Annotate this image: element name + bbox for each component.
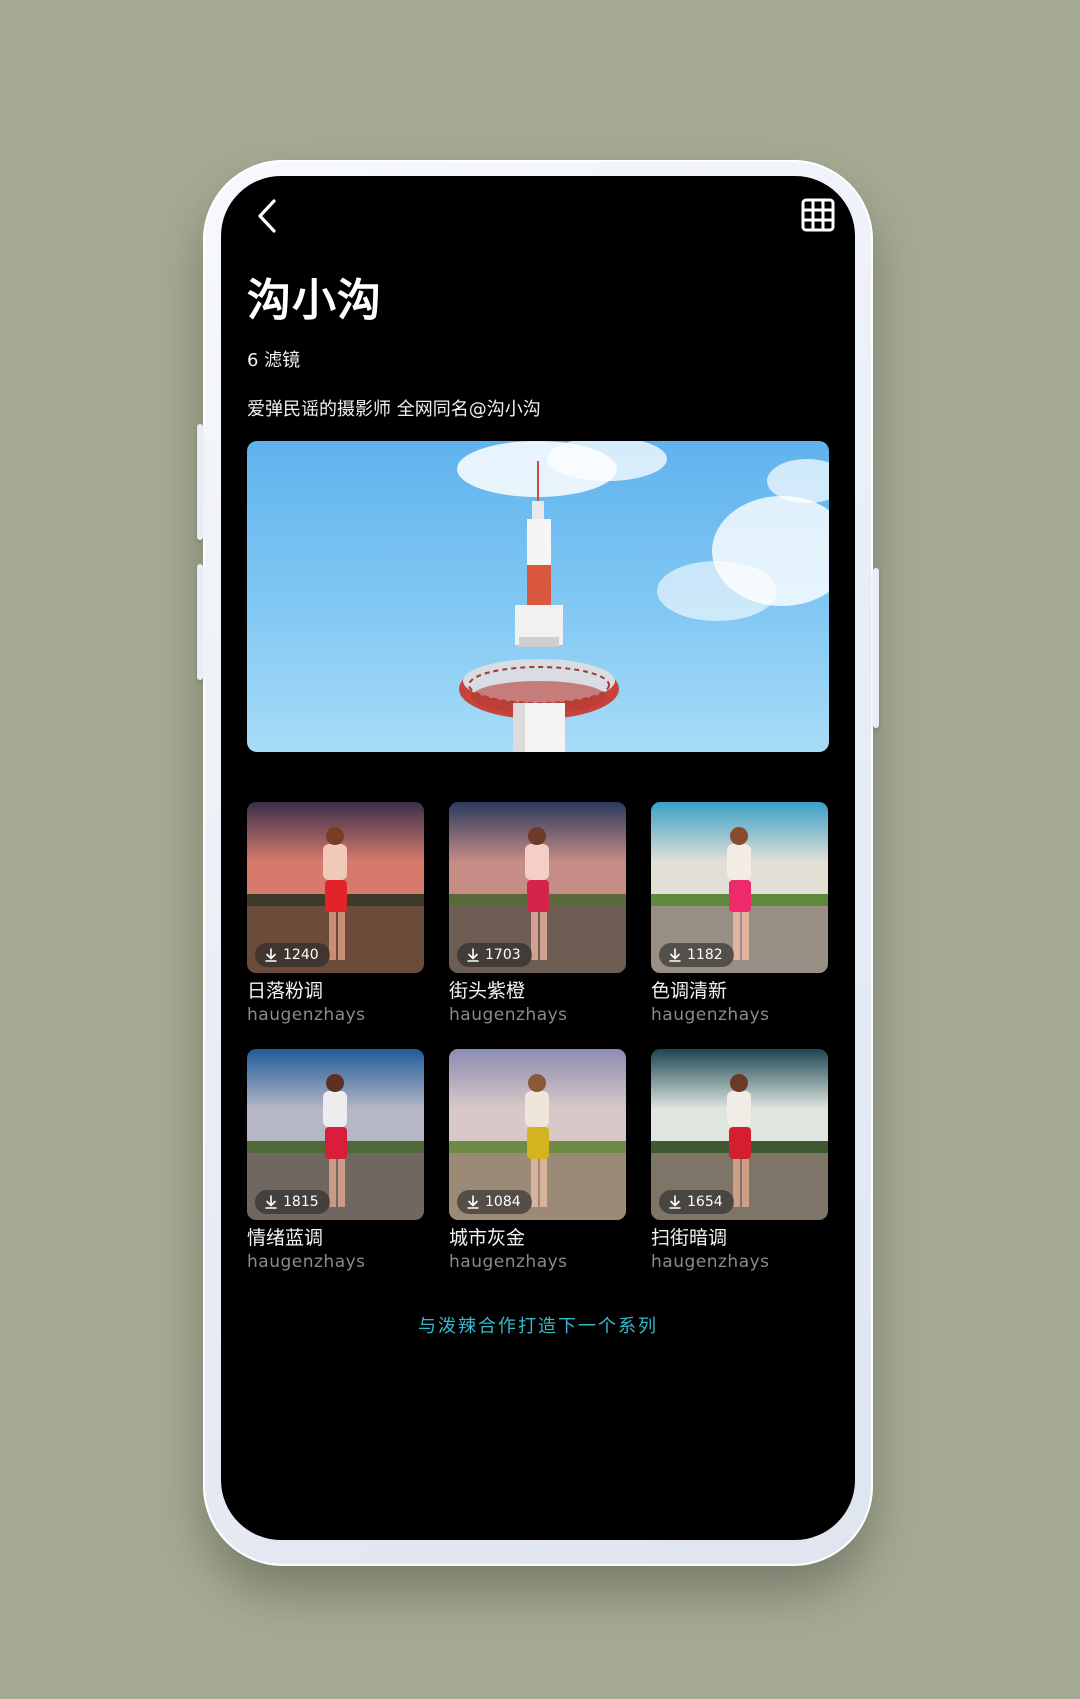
filter-thumbnail[interactable]: 1240	[247, 802, 424, 973]
download-count-badge: 1240	[255, 943, 330, 967]
grid-icon	[801, 198, 835, 232]
download-icon	[669, 948, 681, 962]
back-button[interactable]	[249, 196, 285, 236]
filter-name: 扫街暗调	[651, 1227, 728, 1249]
download-count: 1240	[283, 947, 319, 963]
download-icon	[265, 948, 277, 962]
page-title: 沟小沟	[247, 275, 382, 326]
download-count-badge: 1654	[659, 1190, 734, 1214]
filter-grid: 1240 日落粉调 haugenzhays 1703 街头紫橙 haugenzh…	[247, 802, 829, 1274]
screen: 沟小沟 6 滤镜 爱弹民谣的摄影师 全网同名@沟小沟 1240 日落粉调 hau…	[221, 176, 855, 1540]
volume-down-button	[197, 564, 203, 680]
filter-card[interactable]: 1815 情绪蓝调 haugenzhays	[247, 1049, 424, 1274]
download-count-badge: 1084	[457, 1190, 532, 1214]
download-count-badge: 1703	[457, 943, 532, 967]
power-button	[873, 568, 879, 728]
filter-card[interactable]: 1182 色调清新 haugenzhays	[651, 802, 828, 1027]
filter-author[interactable]: haugenzhays	[247, 1250, 424, 1274]
volume-up-button	[197, 424, 203, 540]
filter-count: 6 滤镜	[247, 350, 301, 371]
download-count: 1084	[485, 1194, 521, 1210]
filter-thumbnail[interactable]: 1654	[651, 1049, 828, 1220]
filter-name: 街头紫橙	[449, 980, 526, 1002]
phone-frame: 沟小沟 6 滤镜 爱弹民谣的摄影师 全网同名@沟小沟 1240 日落粉调 hau…	[197, 160, 879, 1566]
filter-card[interactable]: 1703 街头紫橙 haugenzhays	[449, 802, 626, 1027]
filter-card[interactable]: 1240 日落粉调 haugenzhays	[247, 802, 424, 1027]
filter-thumbnail[interactable]: 1703	[449, 802, 626, 973]
filter-thumbnail[interactable]: 1084	[449, 1049, 626, 1220]
hero-image[interactable]	[247, 441, 829, 752]
download-count-badge: 1182	[659, 943, 734, 967]
filter-author[interactable]: haugenzhays	[449, 1003, 626, 1027]
author-bio: 爱弹民谣的摄影师 全网同名@沟小沟	[247, 399, 541, 420]
filter-card[interactable]: 1084 城市灰金 haugenzhays	[449, 1049, 626, 1274]
filter-author[interactable]: haugenzhays	[651, 1003, 828, 1027]
filter-author[interactable]: haugenzhays	[651, 1250, 828, 1274]
filter-thumbnail[interactable]: 1182	[651, 802, 828, 973]
download-count: 1654	[687, 1194, 723, 1210]
filter-name: 情绪蓝调	[247, 1227, 324, 1249]
filter-thumbnail[interactable]: 1815	[247, 1049, 424, 1220]
filter-author[interactable]: haugenzhays	[449, 1250, 626, 1274]
filter-card[interactable]: 1654 扫街暗调 haugenzhays	[651, 1049, 828, 1274]
filter-name: 色调清新	[651, 980, 728, 1002]
download-count: 1182	[687, 947, 723, 963]
filter-name: 日落粉调	[247, 980, 324, 1002]
grid-view-button[interactable]	[801, 198, 835, 232]
download-count: 1815	[283, 1194, 319, 1210]
chevron-left-icon	[258, 199, 276, 233]
filter-name: 城市灰金	[449, 1227, 526, 1249]
download-icon	[467, 948, 479, 962]
download-count: 1703	[485, 947, 521, 963]
collaboration-link[interactable]: 与泼辣合作打造下一个系列	[221, 1312, 855, 1338]
download-icon	[265, 1195, 277, 1209]
download-icon	[467, 1195, 479, 1209]
download-icon	[669, 1195, 681, 1209]
tower-illustration	[457, 441, 829, 752]
download-count-badge: 1815	[255, 1190, 330, 1214]
filter-author[interactable]: haugenzhays	[247, 1003, 424, 1027]
